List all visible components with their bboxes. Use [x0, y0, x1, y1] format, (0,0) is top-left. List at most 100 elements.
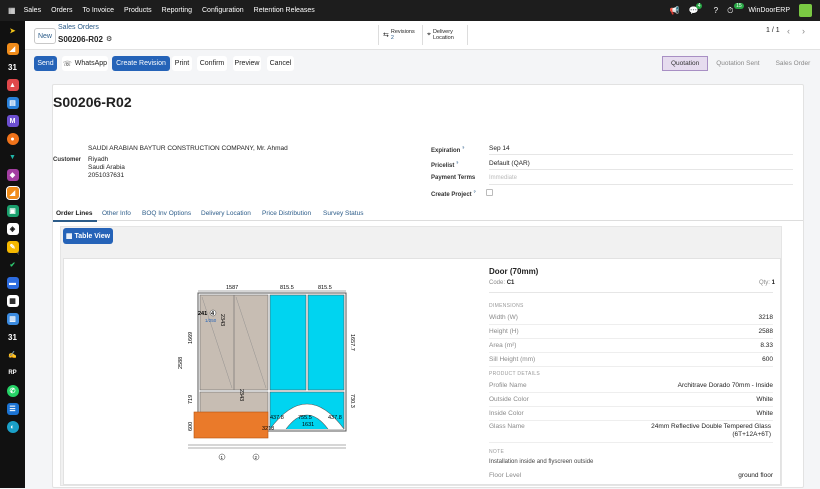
create-revision-button[interactable]: Create Revision — [112, 56, 170, 71]
menu-to-invoice[interactable]: To Invoice — [82, 7, 114, 14]
product-qty: Qty: 1 — [758, 280, 775, 286]
help-icon[interactable]: ? — [714, 6, 718, 15]
main-menu: Sales Orders To Invoice Products Reporti… — [24, 7, 315, 14]
menu-configuration[interactable]: Configuration — [202, 7, 244, 14]
glass-value-2: (6T+12A+6T) — [732, 431, 771, 438]
new-button[interactable]: New — [34, 28, 56, 44]
status-quotation-sent[interactable]: Quotation Sent — [708, 56, 767, 71]
whatsapp-button[interactable]: ☏ WhatsApp — [62, 56, 108, 71]
tab-delivery-location[interactable]: Delivery Location — [201, 210, 251, 217]
dimension-row: Width (W) 3218 — [489, 311, 773, 325]
confirm-button[interactable]: Confirm — [197, 56, 227, 71]
pager-value[interactable]: 1 / 1 — [766, 27, 780, 34]
menu-reporting[interactable]: Reporting — [162, 7, 192, 14]
status-quotation[interactable]: Quotation — [662, 56, 709, 71]
preview-button[interactable]: Preview — [233, 56, 261, 71]
chat-icon[interactable]: 💬 4 — [689, 3, 703, 15]
app-calendar2-icon[interactable]: 31 — [7, 331, 19, 343]
activity-icon[interactable]: ⏱ 15 — [727, 2, 744, 16]
settings-gear-icon[interactable]: ⚙ — [106, 35, 112, 43]
window-drawing: 241 4 1/250 1587 815.5 815.5 2588 1669 7… — [178, 285, 355, 461]
breadcrumb-parent[interactable]: Sales Orders — [58, 24, 99, 31]
delivery-location-button[interactable]: ⌖ Delivery Location — [422, 25, 468, 45]
app-discuss-icon[interactable]: ● — [6, 133, 19, 145]
customer-name[interactable]: SAUDI ARABIAN BAYTUR CONSTRUCTION COMPAN… — [88, 145, 288, 152]
create-project-checkbox[interactable] — [486, 189, 493, 196]
menu-products[interactable]: Products — [124, 7, 152, 14]
payment-terms-field[interactable]: Immediate — [489, 175, 517, 181]
dim-left-3: 719 — [188, 395, 194, 404]
menu-orders[interactable]: Orders — [51, 7, 72, 14]
glass-panel-left — [269, 294, 307, 391]
send-button[interactable]: Send — [34, 56, 57, 71]
menu-retention-releases[interactable]: Retention Releases — [254, 7, 315, 14]
product-title: Door (70mm) — [489, 267, 539, 276]
activity-badge: 15 — [734, 2, 744, 9]
map-pin-icon: ⌖ — [427, 31, 431, 38]
app-field-icon[interactable]: RP — [7, 367, 19, 379]
expiration-field[interactable]: Sep 14 — [489, 145, 510, 152]
app-planet-icon[interactable]: ◐ — [6, 421, 19, 433]
app-lists-icon[interactable]: ☰ — [6, 403, 19, 415]
notebook-tabs: Order Lines Other Info BOQ Inv Options D… — [53, 205, 803, 222]
user-avatar[interactable] — [799, 4, 812, 17]
tab-order-lines[interactable]: Order Lines — [56, 210, 92, 217]
tab-survey-status[interactable]: Survey Status — [323, 210, 363, 217]
megaphone-icon[interactable]: 📢 — [670, 6, 680, 15]
tab-other-info[interactable]: Other Info — [102, 210, 131, 217]
app-docs-icon[interactable]: ▥ — [6, 313, 19, 325]
cancel-button[interactable]: Cancel — [267, 56, 294, 71]
dim-top-3: 815.5 — [318, 285, 332, 291]
sidebar-collapse-icon[interactable]: ‹ — [17, 250, 19, 257]
customer-country: Saudi Arabia — [88, 164, 125, 171]
app-dashboard-icon[interactable]: ▦ — [6, 295, 19, 307]
app-tools-icon[interactable]: ✔ — [7, 259, 19, 271]
app-telegram-icon[interactable]: ➤ — [7, 25, 19, 37]
breadcrumb-record: S00206-R02 — [58, 35, 103, 44]
company-name[interactable]: WinDoorERP — [748, 7, 790, 14]
dim-left-1: 2588 — [178, 357, 184, 369]
product-code: Code: C1 — [489, 280, 515, 286]
tab-price-distribution[interactable]: Price Distribution — [262, 210, 311, 217]
dim-left-4: 600 — [188, 422, 194, 431]
status-sales-order[interactable]: Sales Order — [768, 56, 819, 71]
pricelist-field[interactable]: Default (QAR) — [489, 160, 530, 167]
circle-label-2: 2 — [255, 455, 258, 460]
app-inventory-icon[interactable]: ▼ — [7, 151, 19, 163]
expiration-help: ? — [462, 145, 465, 150]
app-crm-icon[interactable]: ▲ — [6, 79, 19, 91]
apps-menu-icon[interactable]: ▦ — [8, 6, 16, 15]
menu-sales[interactable]: Sales — [24, 7, 42, 14]
app-helpdesk-icon[interactable]: ◆ — [6, 169, 19, 181]
details-header: PRODUCT DETAILS — [489, 371, 540, 377]
product-details: Door (70mm) Code: C1 Qty: 1 DIMENSIONS W… — [489, 265, 777, 481]
dim-bottom-1: 437.8 — [270, 415, 284, 421]
dim-top-1: 1587 — [226, 285, 238, 291]
app-whatsapp-icon[interactable]: ✆ — [6, 385, 19, 397]
action-bar: Send ☏ WhatsApp Create Revision Print Con… — [25, 50, 820, 76]
app-mail-icon[interactable]: M — [6, 115, 19, 127]
tab-boq-inv-options[interactable]: BOQ Inv Options — [142, 210, 191, 217]
table-view-button[interactable]: ▦ Table View — [63, 228, 113, 244]
revisions-button[interactable]: ⇆ Revisions 2 — [378, 25, 422, 45]
app-orders-icon[interactable]: ◢ — [5, 186, 20, 200]
app-documents-icon[interactable]: ▤ — [6, 97, 19, 109]
app-sales-icon[interactable]: ◢ — [6, 43, 19, 55]
app-sign-icon[interactable]: ✍ — [7, 349, 19, 361]
pager-prev-icon[interactable]: ‹ — [787, 26, 790, 36]
app-accounting-icon[interactable]: ▣ — [6, 205, 19, 217]
customer-city: Riyadh — [88, 156, 109, 163]
print-button[interactable]: Print — [172, 56, 192, 71]
pager-next-icon[interactable]: › — [802, 26, 805, 36]
table-icon: ▦ — [65, 233, 73, 240]
marker-code: 241 — [198, 311, 207, 317]
dim-inner-2: 2343 — [238, 389, 244, 401]
app-contacts-icon[interactable]: ▬ — [6, 277, 19, 289]
app-purchase-icon[interactable]: ◈ — [6, 223, 19, 235]
pricelist-help: ? — [456, 160, 459, 165]
app-calendar-icon[interactable]: 31 — [7, 61, 19, 73]
apps-sidebar: ➤ ◢ 31 ▲ ▤ M ● ▼ ◆ ◢ ▣ ◈ ✎ ✔ ▬ ▦ ▥ 31 ✍ … — [0, 21, 25, 488]
dimensions-header: DIMENSIONS — [489, 303, 524, 309]
tab-active-indicator — [53, 220, 97, 222]
pricelist-label: Pricelist ? — [431, 160, 459, 169]
